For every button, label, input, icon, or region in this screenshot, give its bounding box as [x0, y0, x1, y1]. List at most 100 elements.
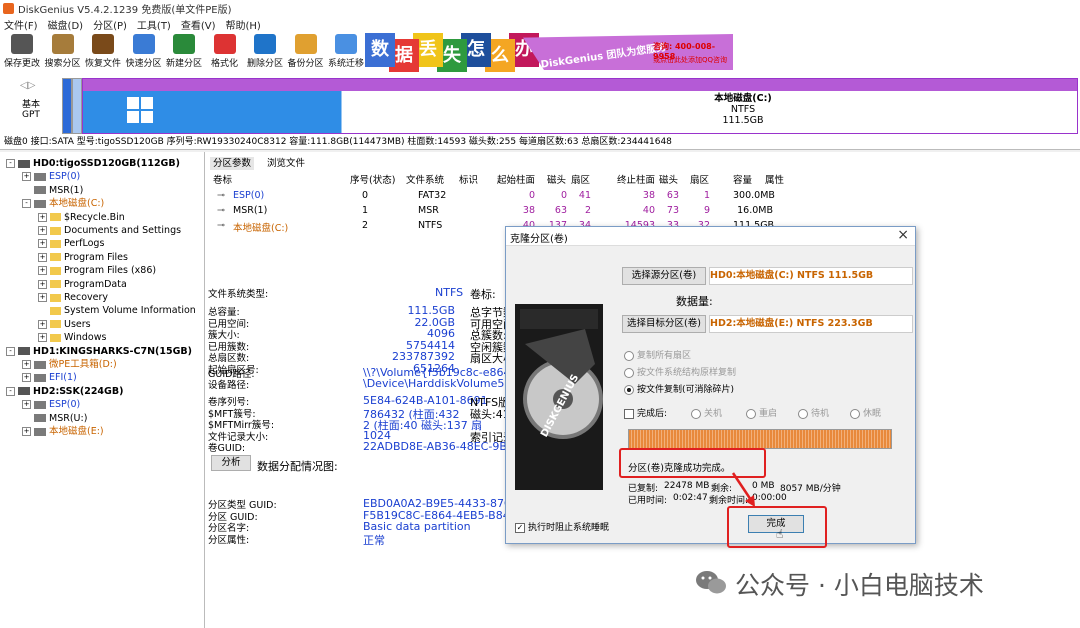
partition-block-c[interactable]: 本地磁盘(C:) NTFS 111.5GB: [82, 78, 1078, 134]
column-header[interactable]: 扇区: [690, 172, 709, 186]
column-header[interactable]: 标识: [459, 172, 478, 186]
new-partition-icon: [173, 34, 195, 54]
option-copy-all-sectors[interactable]: 复制所有扇区: [624, 348, 691, 361]
toolbar-button-0[interactable]: 保存更改: [2, 34, 42, 69]
expand-icon[interactable]: +: [38, 239, 47, 249]
tree-folder[interactable]: + Program Files: [38, 251, 128, 264]
column-header[interactable]: 终止柱面: [617, 172, 655, 186]
tree-folder[interactable]: + Windows: [38, 331, 106, 344]
tab-browse-files[interactable]: 浏览文件: [267, 158, 305, 169]
drive-icon: [34, 373, 46, 382]
menu-partition[interactable]: 分区(P): [93, 17, 127, 32]
column-header[interactable]: 容量: [733, 172, 752, 186]
toolbar-button-6[interactable]: 删除分区: [245, 34, 285, 69]
tree-partition[interactable]: + ESP(0): [22, 170, 80, 183]
tree-partition[interactable]: MSR(U:): [22, 412, 87, 425]
option-copy-by-file[interactable]: 按文件复制(可消除碎片): [624, 382, 734, 395]
expand-icon[interactable]: +: [38, 226, 47, 235]
toolbar-button-7[interactable]: 备份分区: [286, 34, 326, 69]
toolbar-button-2[interactable]: 恢复文件: [83, 34, 123, 69]
prevent-sleep-checkbox[interactable]: ✓ 执行时阻止系统睡眠: [515, 520, 609, 533]
toolbar-button-5[interactable]: 格式化: [205, 34, 245, 69]
collapse-icon[interactable]: -: [6, 386, 15, 396]
collapse-icon[interactable]: -: [22, 199, 31, 209]
after-option-hibernate[interactable]: 休眠: [850, 406, 881, 419]
column-header[interactable]: 磁头: [547, 172, 566, 186]
table-row[interactable]: ESP(0) 0 FAT32 0 0 41 38 63 1 300.0MB ⊸: [205, 190, 1080, 204]
analyze-button[interactable]: 分析: [211, 455, 251, 471]
collapse-icon[interactable]: -: [6, 159, 15, 168]
arrow-annotation: [731, 471, 761, 511]
toolbar-button-3[interactable]: 快速分区: [124, 34, 164, 69]
menu-tools[interactable]: 工具(T): [137, 17, 171, 32]
folder-icon: [50, 280, 61, 289]
expand-icon[interactable]: +: [38, 279, 47, 289]
expand-icon[interactable]: +: [22, 427, 31, 436]
collapse-icon[interactable]: -: [6, 346, 15, 356]
menu-help[interactable]: 帮助(H): [226, 17, 261, 32]
column-header[interactable]: 磁头: [659, 172, 678, 186]
partition-name: 本地磁盘(C:): [714, 93, 772, 104]
tree-folder[interactable]: + ProgramData: [38, 278, 127, 291]
tree-folder[interactable]: + Users: [38, 318, 91, 331]
expand-icon[interactable]: +: [38, 293, 47, 302]
expand-icon[interactable]: +: [38, 319, 47, 329]
column-header[interactable]: 起始柱面: [497, 172, 535, 186]
tree-folder[interactable]: System Volume Information: [38, 304, 196, 317]
column-header[interactable]: 文件系统: [406, 172, 444, 186]
expand-icon[interactable]: +: [22, 373, 31, 383]
after-option-restart[interactable]: 重启: [746, 406, 777, 419]
tree-folder[interactable]: + PerfLogs: [38, 237, 104, 250]
tree-partition[interactable]: + EFI(1): [22, 371, 77, 384]
tree-disk[interactable]: - HD2:SSK(224GB): [6, 385, 123, 398]
dialog-title-bar: 克隆分区(卷) ×: [506, 227, 915, 246]
menu-file[interactable]: 文件(F): [4, 17, 38, 32]
after-option-shutdown[interactable]: 关机: [691, 406, 722, 419]
select-target-button[interactable]: 选择目标分区(卷): [622, 315, 706, 333]
menu-disk[interactable]: 磁盘(D): [48, 17, 84, 32]
tree-label: Users: [64, 318, 91, 330]
column-header[interactable]: 卷标: [213, 172, 232, 186]
toolbar-button-1[interactable]: 搜索分区: [43, 34, 83, 69]
expand-icon[interactable]: +: [38, 266, 47, 276]
select-source-button[interactable]: 选择源分区(卷): [622, 267, 706, 285]
option-copy-by-structure[interactable]: 按文件系统结构原样复制: [624, 365, 736, 378]
menu-view[interactable]: 查看(V): [181, 17, 216, 32]
column-header[interactable]: 属性: [765, 172, 784, 186]
tree-label: HD0:tigoSSD120GB(112GB): [33, 158, 180, 169]
tree-partition[interactable]: + ESP(0): [22, 398, 80, 411]
folder-icon: [50, 266, 61, 275]
toolbar-button-4[interactable]: 新建分区: [164, 34, 204, 69]
tree-folder[interactable]: + $Recycle.Bin: [38, 211, 125, 224]
partition-block-esp[interactable]: [62, 78, 72, 134]
expand-icon[interactable]: +: [38, 333, 47, 343]
expand-icon[interactable]: +: [38, 252, 47, 262]
tree-folder[interactable]: + Recovery: [38, 291, 108, 304]
tree-disk[interactable]: - HD1:KINGSHARKS-C7N(15GB): [6, 345, 192, 358]
tree-folder[interactable]: + Documents and Settings: [38, 224, 181, 237]
tab-partition-params[interactable]: 分区参数: [210, 157, 255, 170]
tree-partition[interactable]: MSR(1): [22, 184, 83, 197]
column-header[interactable]: 扇区: [571, 172, 590, 186]
tree-folder[interactable]: + Program Files (x86): [38, 264, 156, 277]
tree-partition[interactable]: + 微PE工具箱(D:): [22, 358, 117, 371]
tree-partition[interactable]: + 本地磁盘(E:): [22, 425, 104, 438]
tree-disk[interactable]: - HD0:tigoSSD120GB(112GB): [6, 157, 180, 170]
expand-icon[interactable]: +: [38, 212, 47, 222]
table-cell: 73: [666, 205, 679, 216]
expand-icon[interactable]: +: [22, 360, 31, 369]
after-complete-checkbox[interactable]: 完成后:: [624, 406, 667, 419]
disk-nav-arrows[interactable]: ◁▷: [20, 80, 35, 91]
column-header[interactable]: 序号(状态): [350, 172, 395, 186]
toolbar-button-8[interactable]: 系统迁移: [326, 34, 366, 69]
tree-partition[interactable]: - 本地磁盘(C:): [22, 197, 104, 210]
partition-block-msr[interactable]: [72, 78, 82, 134]
close-icon[interactable]: ×: [897, 227, 909, 243]
expand-icon[interactable]: +: [22, 172, 31, 182]
table-row[interactable]: MSR(1) 1 MSR 38 63 2 40 73 9 16.0MB ⊸: [205, 205, 1080, 219]
ad-banner[interactable]: 办么怎失丢据数 DiskGenius 团队为您服务 咨询: 400-008-99…: [365, 33, 735, 73]
expand-icon[interactable]: +: [22, 400, 31, 410]
ad-qq-link[interactable]: 或点击此处添加QQ咨询: [653, 55, 727, 65]
recover-icon: [92, 34, 114, 54]
after-option-standby[interactable]: 待机: [798, 406, 829, 419]
